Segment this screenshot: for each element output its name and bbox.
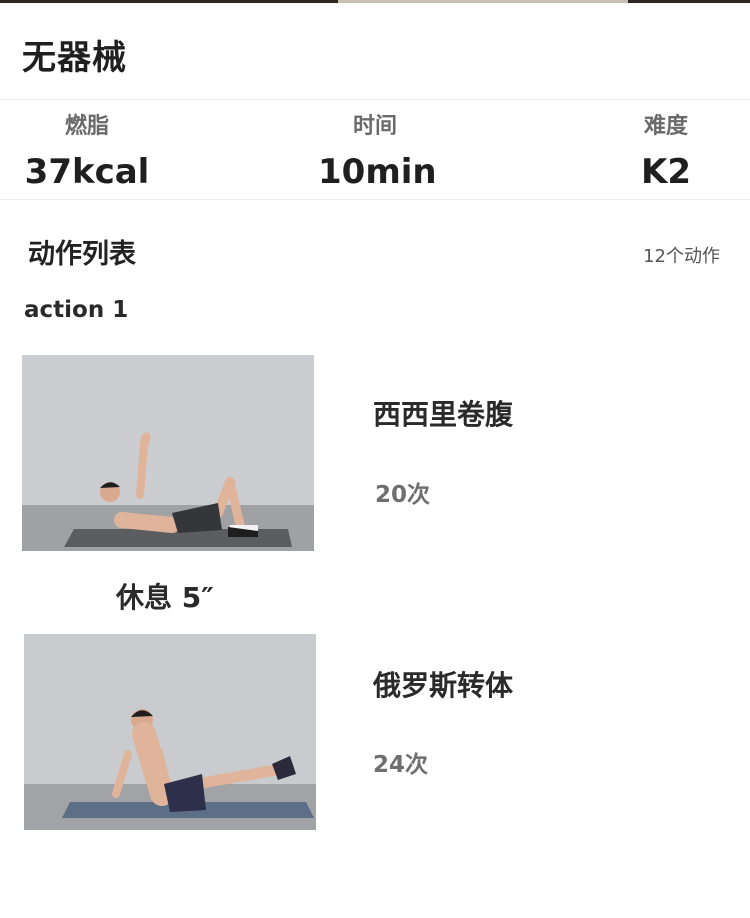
stat-calories-label: 燃脂 [64, 114, 109, 139]
top-image-strip [0, 0, 750, 3]
workout-detail-page: 无器械 燃脂 37kcal 时间 10min 难度 K2 动作列表 12个动作 … [0, 0, 750, 918]
page-title: 无器械 [22, 38, 127, 78]
action-reps: 20次 [375, 482, 431, 508]
action-name: 西西里卷腹 [373, 398, 514, 431]
stat-time: 时间 10min [318, 108, 437, 192]
action-thumbnail[interactable] [22, 355, 314, 551]
action-count: 12个动作 [643, 246, 720, 267]
crunch-figure-image [22, 355, 314, 551]
stat-calories: 燃脂 37kcal [22, 108, 152, 192]
top-image-highlight [338, 0, 628, 3]
stat-difficulty: 难度 K2 [636, 108, 696, 192]
divider [0, 99, 750, 100]
stat-difficulty-label: 难度 [643, 114, 688, 139]
russian-twist-figure-image [24, 634, 316, 830]
stat-time-label: 时间 [352, 114, 397, 139]
action-group-title: action 1 [24, 297, 129, 323]
stat-difficulty-value: K2 [640, 152, 691, 192]
stat-time-value: 10min [318, 152, 437, 192]
stat-calories-value: 37kcal [24, 152, 150, 192]
action-reps: 24次 [373, 752, 429, 778]
rest-interval: 休息 5″ [116, 581, 214, 614]
action-name: 俄罗斯转体 [373, 669, 514, 702]
action-thumbnail[interactable] [24, 634, 316, 830]
action-list-title: 动作列表 [28, 239, 136, 270]
divider [0, 199, 750, 200]
